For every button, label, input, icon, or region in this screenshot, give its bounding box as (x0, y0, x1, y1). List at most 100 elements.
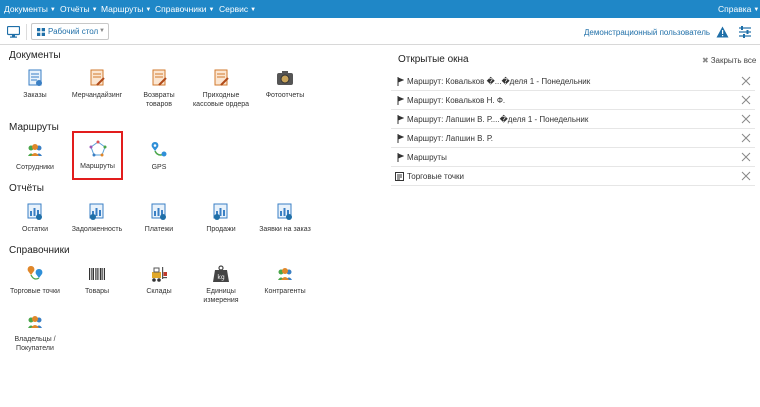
tile-goods[interactable]: Товары (68, 265, 126, 296)
menu-reports-label: Отчёты (60, 4, 90, 14)
tile-label: Единицы измерения (203, 288, 239, 304)
people-group-icon (278, 268, 292, 280)
menu-service[interactable]: Сервис ▼ (219, 0, 256, 18)
route-flag-icon (397, 134, 404, 143)
tile-trade-points[interactable]: Торговые точки (6, 265, 64, 296)
gps-pin-icon (151, 142, 167, 157)
menu-documents-label: Документы (4, 4, 48, 14)
tile-order-requests[interactable]: Заявки на заказ (256, 203, 314, 234)
menu-references[interactable]: Справочники ▼ (155, 0, 214, 18)
tile-owners-buyers[interactable]: Владельцы / Покупатели (6, 313, 64, 353)
section-title-reports: Отчёты (9, 183, 44, 194)
menu-help[interactable]: Справка ▼ (718, 0, 759, 18)
tile-payments[interactable]: Платежи (130, 203, 188, 234)
tile-stock[interactable]: Остатки (6, 203, 64, 234)
open-window-label: Маршруты (407, 153, 447, 162)
open-windows-list: Маршрут: Ковальков �...�деля 1 - Понедел… (391, 72, 755, 186)
open-window-item[interactable]: Маршрут: Ковальков �...�деля 1 - Понедел… (391, 72, 755, 91)
tile-label: Продажи (206, 226, 236, 233)
menu-service-label: Сервис (219, 4, 249, 14)
section-title-references: Справочники (9, 245, 70, 256)
merchandising-doc-icon (90, 69, 105, 86)
tile-label: Товары (84, 288, 110, 295)
open-window-item[interactable]: Маршрут: Лапшин В. Р. (391, 129, 755, 148)
close-icon[interactable] (741, 152, 751, 162)
chevron-down-icon: ▼ (99, 28, 105, 34)
open-window-label: Маршрут: Ковальков �...�деля 1 - Понедел… (407, 77, 591, 86)
menu-reports[interactable]: Отчёты ▼ (60, 0, 98, 18)
open-window-label: Маршрут: Лапшин В. Р. (407, 134, 493, 143)
tile-label: Заказы (23, 92, 47, 99)
tile-label: Платежи (144, 226, 174, 233)
desktop-selector[interactable]: Рабочий стол ▼ (31, 23, 109, 40)
close-all-label: Закрыть все (710, 56, 757, 65)
close-icon[interactable] (741, 171, 751, 181)
open-window-label: Маршрут: Лапшин В. Р....�деля 1 - Понеде… (407, 115, 589, 124)
user-name-link[interactable]: Демонстрационный пользователь (584, 28, 710, 37)
tile-label: Возвраты товаров (143, 92, 175, 108)
close-icon[interactable] (741, 133, 751, 143)
tile-label: Склады (146, 288, 172, 295)
tile-merchandising[interactable]: Мерчандайзинг (68, 69, 126, 100)
desktop-selector-label: Рабочий стол (48, 27, 99, 36)
tile-label: Остатки (22, 226, 48, 233)
top-menu-bar: Документы ▼ Отчёты ▼ Маршруты ▼ Справочники… (0, 0, 760, 18)
open-window-label: Торговые точки (407, 172, 465, 181)
tile-returns[interactable]: Возвраты товаров (130, 69, 188, 109)
menu-references-label: Справочники (155, 4, 207, 14)
tile-label: Владельцы / Покупатели (14, 336, 56, 352)
tile-units[interactable]: kg Единицы измерения (192, 265, 250, 305)
employees-icon (28, 144, 42, 156)
people-group-icon (28, 316, 42, 328)
tile-label: Маршруты (80, 163, 115, 170)
tile-label: Контрагенты (264, 288, 306, 295)
tile-label: Приходные кассовые ордера (192, 92, 250, 108)
tile-debt[interactable]: Задолженность (68, 203, 126, 234)
returns-doc-icon (152, 69, 167, 86)
monitor-icon[interactable] (7, 26, 20, 38)
tile-label: Задолженность (71, 226, 123, 233)
tile-label: Фотоотчеты (265, 92, 305, 99)
chevron-down-icon: ▼ (250, 7, 257, 13)
list-doc-icon (395, 172, 404, 181)
route-polygon-icon (89, 140, 106, 157)
chevron-down-icon: ▼ (91, 7, 98, 13)
tile-label: GPS (151, 164, 167, 171)
route-flag-icon (397, 115, 404, 124)
settings-sliders-icon[interactable] (738, 25, 752, 39)
close-icon[interactable] (741, 114, 751, 124)
chevron-down-icon: ▼ (208, 7, 215, 13)
cash-receipt-doc-icon (214, 69, 229, 86)
tile-label: Торговые точки (10, 288, 60, 295)
route-flag-icon (397, 77, 404, 86)
weight-kg-icon: kg (213, 265, 229, 282)
tile-photo-reports[interactable]: Фотоотчеты (256, 69, 314, 100)
tile-routes-selected[interactable]: Маршруты (72, 131, 123, 180)
barcode-icon (89, 268, 105, 280)
tile-warehouses[interactable]: Склады (130, 265, 188, 296)
menu-documents[interactable]: Документы ▼ (4, 0, 56, 18)
close-icon[interactable] (741, 95, 751, 105)
open-window-item[interactable]: Маршрут: Лапшин В. Р....�деля 1 - Понеде… (391, 110, 755, 129)
close-all-button[interactable]: ✖ Закрыть все (702, 56, 756, 65)
chevron-down-icon: ▼ (753, 7, 760, 13)
tile-gps[interactable]: GPS (130, 141, 188, 172)
report-chart-icon (213, 203, 228, 220)
camera-icon (277, 71, 293, 85)
close-icon[interactable] (741, 76, 751, 86)
tile-employees[interactable]: Сотрудники (6, 141, 64, 172)
tile-counterparties[interactable]: Контрагенты (256, 265, 314, 296)
tile-sales[interactable]: Продажи (192, 203, 250, 234)
toolbar-divider (26, 24, 27, 40)
menu-routes[interactable]: Маршруты ▼ (101, 0, 151, 18)
warning-icon[interactable] (716, 26, 729, 38)
tile-cash-receipts[interactable]: Приходные кассовые ордера (192, 69, 250, 109)
route-flag-icon (397, 153, 404, 162)
tile-orders[interactable]: Заказы (6, 69, 64, 100)
open-window-item[interactable]: Торговые точки (391, 167, 755, 186)
tile-label: Заявки на заказ (259, 226, 311, 233)
open-window-label: Маршрут: Ковальков Н. Ф. (407, 96, 506, 105)
open-window-item[interactable]: Маршруты (391, 148, 755, 167)
close-icon: ✖ (702, 56, 709, 65)
open-window-item[interactable]: Маршрут: Ковальков Н. Ф. (391, 91, 755, 110)
